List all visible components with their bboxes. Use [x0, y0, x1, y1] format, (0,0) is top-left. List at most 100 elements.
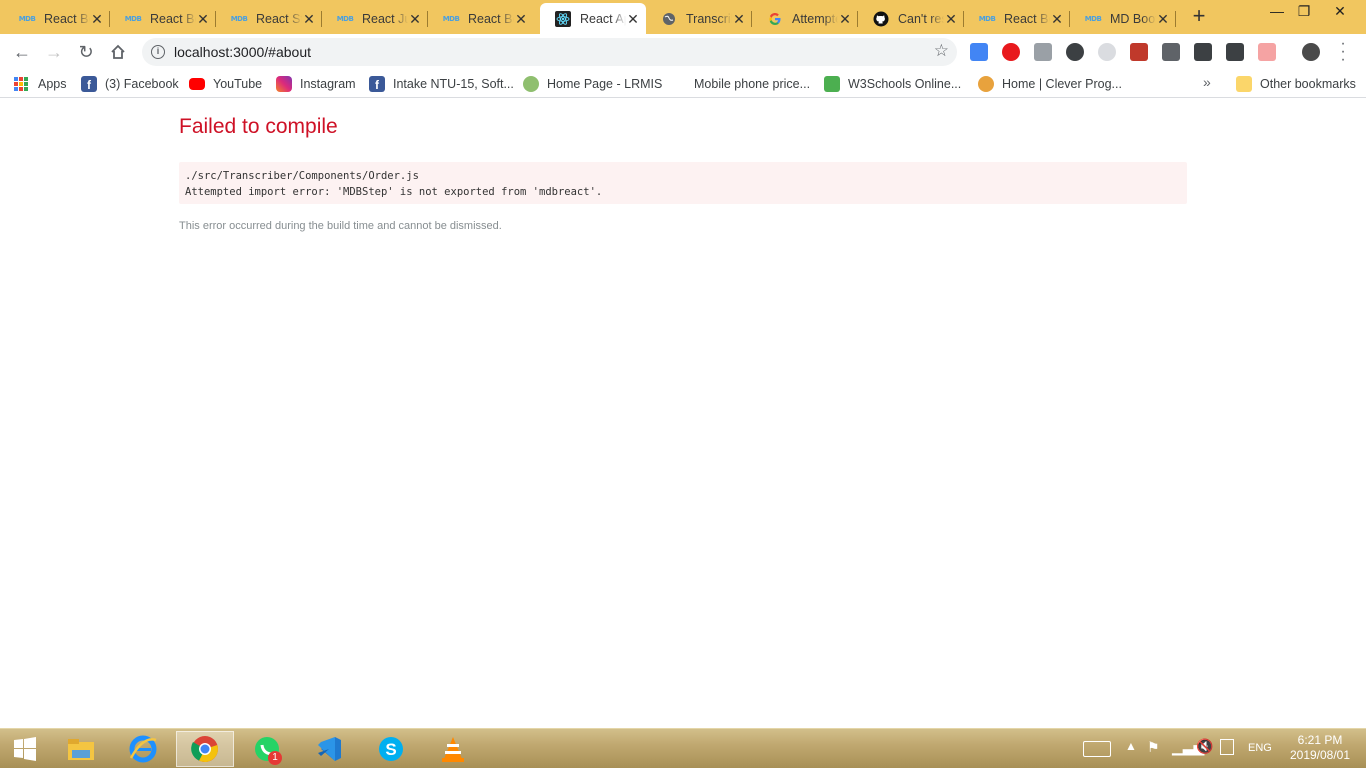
back-button[interactable]: ← — [10, 40, 34, 64]
internet-explorer-icon[interactable] — [114, 731, 172, 767]
bookmark-label: (3) Facebook — [105, 77, 179, 91]
google-translate-icon[interactable] — [970, 43, 988, 61]
bookmark-label: Home | Clever Prog... — [1002, 77, 1122, 91]
close-icon[interactable]: ✕ — [408, 12, 422, 26]
avatar[interactable] — [1302, 43, 1320, 61]
tab-md-bootstrap[interactable]: MDB MD Bootstrap ✕ — [1070, 3, 1176, 34]
github-icon — [872, 11, 890, 26]
bookmarks-bar: Apps f (3) Facebook YouTube Instagram f … — [0, 70, 1366, 98]
bookmark-intake-ntu[interactable]: f Intake NTU-15, Soft... — [369, 75, 514, 93]
flag-icon[interactable]: ⚑ — [1147, 739, 1160, 756]
close-icon[interactable]: ✕ — [302, 12, 316, 26]
bookmark-w3schools[interactable]: W3Schools Online... — [824, 75, 961, 93]
battery-icon[interactable] — [1220, 739, 1234, 755]
tab-cant-resolve[interactable]: Can't resolve ✕ — [858, 3, 964, 34]
share-icon[interactable] — [1258, 43, 1276, 61]
tab-react-bootstrap-2[interactable]: MDB React Bootstrap ✕ — [110, 3, 216, 34]
bookmark-mobile-phone[interactable]: Mobile phone price... — [670, 75, 810, 93]
bookmark-star-icon[interactable]: ☆ — [934, 41, 949, 61]
extension-icon[interactable] — [1034, 43, 1052, 61]
info-icon[interactable]: i — [151, 45, 165, 59]
mdb-icon: MDB — [336, 14, 354, 23]
close-icon[interactable]: ✕ — [1050, 12, 1064, 26]
tab-title: React Jumbotron — [362, 11, 408, 26]
close-icon[interactable]: ✕ — [196, 12, 210, 26]
tab-transcriber[interactable]: Transcriber ✕ — [646, 3, 752, 34]
youtube-icon — [189, 78, 205, 90]
adblock-icon[interactable] — [1002, 43, 1020, 61]
react-icon — [554, 10, 572, 27]
close-window-button[interactable]: ✕ — [1322, 0, 1358, 28]
reload-button[interactable]: ↻ — [74, 40, 98, 64]
tab-react-app[interactable]: React App ✕ — [540, 3, 646, 34]
url-text[interactable]: localhost:3000/#about — [174, 44, 311, 60]
bookmark-other[interactable]: Other bookmarks — [1236, 75, 1356, 93]
new-tab-button[interactable]: + — [1187, 5, 1211, 29]
bookmark-label: Other bookmarks — [1260, 77, 1356, 91]
bookmark-clever-prog[interactable]: Home | Clever Prog... — [978, 75, 1122, 93]
tab-title: React App — [580, 11, 626, 26]
bookmark-label: Home Page - LRMIS — [547, 77, 663, 91]
language-indicator[interactable]: ENG — [1248, 742, 1272, 754]
file-explorer-icon[interactable] — [52, 731, 110, 767]
close-icon[interactable]: ✕ — [514, 12, 528, 26]
blank-icon — [670, 76, 686, 92]
apps-grid-icon — [14, 77, 28, 91]
bookmark-lrmis[interactable]: Home Page - LRMIS — [523, 75, 662, 93]
error-footer-note: This error occurred during the build tim… — [179, 220, 502, 232]
tab-react-jumbotron[interactable]: MDB React Jumbotron ✕ — [322, 3, 428, 34]
close-icon[interactable]: ✕ — [944, 12, 958, 26]
tab-title: React Bootstrap — [150, 11, 196, 26]
tab-react-bootstrap-3[interactable]: MDB React Bootstrap ✕ — [428, 3, 534, 34]
color-picker-icon[interactable] — [1226, 43, 1244, 61]
menu-icon[interactable]: · · · — [1336, 36, 1350, 68]
home-button[interactable] — [106, 40, 130, 64]
clock-time: 6:21 PM — [1297, 733, 1343, 747]
close-icon[interactable]: ✕ — [626, 12, 640, 26]
facebook-icon[interactable] — [1162, 43, 1180, 61]
more-bookmarks-icon[interactable]: » — [1203, 74, 1211, 90]
tab-react-bootstrap-1[interactable]: MDB React Bootstrap ✕ — [4, 3, 110, 34]
bookmark-apps[interactable]: Apps — [14, 75, 67, 93]
clock-date: 2019/08/01 — [1289, 748, 1351, 762]
download-icon[interactable] — [1194, 43, 1212, 61]
bookmark-label: YouTube — [213, 77, 263, 91]
tab-title: Attempted import error — [792, 11, 838, 26]
system-clock[interactable]: 6:21 PM 2019/08/01 — [1284, 733, 1356, 763]
start-button[interactable] — [0, 731, 50, 767]
whatsapp-icon[interactable]: 1 — [238, 731, 296, 767]
close-icon[interactable]: ✕ — [732, 12, 746, 26]
bookmark-label: Instagram — [300, 77, 356, 91]
forward-button[interactable]: → — [42, 40, 66, 64]
bookmark-label: W3Schools Online... — [848, 77, 962, 91]
google-icon — [766, 12, 784, 26]
notification-badge: 1 — [268, 751, 282, 765]
tab-attempted-import-error[interactable]: Attempted import error ✕ — [752, 3, 858, 34]
camera-icon[interactable] — [1098, 43, 1116, 61]
close-icon[interactable]: ✕ — [1156, 12, 1170, 26]
chrome-icon[interactable] — [176, 731, 234, 767]
speed-dial-icon[interactable] — [1066, 43, 1084, 61]
tab-react-bootstrap-4[interactable]: MDB React Bootstrap ✕ — [964, 3, 1070, 34]
tab-title: MD Bootstrap — [1110, 11, 1156, 26]
bookmark-label: Mobile phone price... — [694, 77, 811, 91]
vscode-icon[interactable] — [300, 731, 358, 767]
keyboard-icon[interactable] — [1083, 741, 1111, 757]
skype-icon[interactable]: S — [362, 731, 420, 767]
restore-button[interactable]: ❐ — [1286, 0, 1322, 28]
volume-icon[interactable]: 🔇 — [1196, 738, 1213, 755]
screenshot-icon[interactable] — [1130, 43, 1148, 61]
address-bar[interactable]: i localhost:3000/#about ☆ — [142, 38, 957, 66]
mdb-icon: MDB — [230, 14, 248, 23]
mdb-icon: MDB — [1084, 14, 1102, 23]
windows-taskbar: 1 S ▲ ⚑ ▁▃▅ 🔇 ENG — [0, 728, 1366, 768]
bookmark-instagram[interactable]: Instagram — [276, 75, 356, 93]
tab-react-stepper[interactable]: MDB React Stepper ✕ — [216, 3, 322, 34]
vlc-icon[interactable] — [424, 731, 482, 767]
browser-toolbar: ← → ↻ i localhost:3000/#about ☆ · · · — [0, 34, 1366, 70]
close-icon[interactable]: ✕ — [838, 12, 852, 26]
bookmark-facebook[interactable]: f (3) Facebook — [81, 75, 179, 93]
bookmark-youtube[interactable]: YouTube — [189, 75, 262, 93]
chevron-up-icon[interactable]: ▲ — [1125, 739, 1137, 753]
close-icon[interactable]: ✕ — [90, 12, 104, 26]
